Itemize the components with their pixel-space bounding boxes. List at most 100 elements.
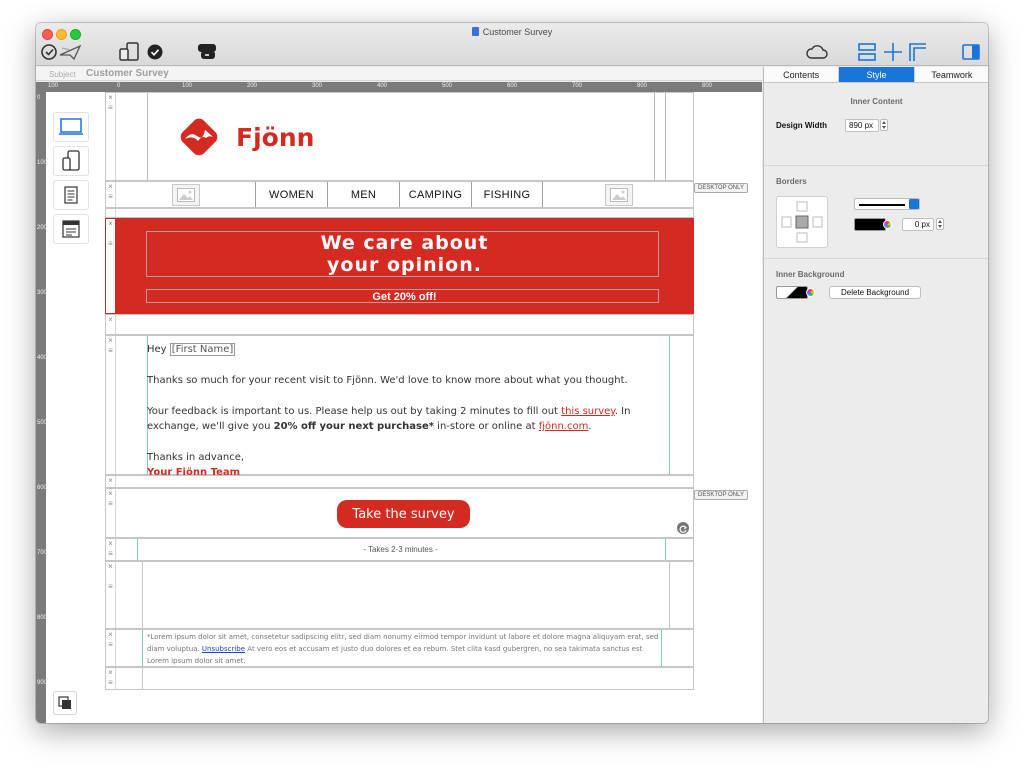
border-side-picker[interactable] — [776, 196, 828, 248]
content-guide — [142, 562, 143, 630]
nav-item-women[interactable]: WOMEN — [255, 182, 327, 207]
delete-background-button[interactable]: Delete Background — [829, 286, 921, 299]
ruler-label: 200 — [247, 83, 258, 89]
layout-toggle-icon[interactable] — [856, 41, 928, 63]
row-handle[interactable]: × ≡ — [106, 93, 116, 180]
ruler-label: 800 — [37, 615, 46, 621]
tab-teamwork[interactable]: Teamwork — [914, 67, 988, 82]
inspector-panel: Contents Style Teamwork Inner Content De… — [763, 67, 988, 723]
row-handle[interactable]: × ≡ — [106, 630, 116, 666]
row-handle[interactable]: × ≡ — [106, 336, 116, 474]
editor-canvas[interactable]: × ≡ Fjönn × ≡ WOMEN MEN CAMPING FISHING DE… — [46, 92, 762, 723]
nav-item-men[interactable]: MEN — [327, 182, 399, 207]
tab-contents[interactable]: Contents — [764, 67, 840, 82]
row-handle[interactable]: × ≡ — [106, 562, 116, 628]
content-guide — [147, 93, 148, 182]
hero-subtitle: Get 20% off! — [372, 291, 437, 303]
row-handle[interactable]: × ≡ — [106, 182, 116, 207]
image-placeholder-icon[interactable] — [605, 184, 633, 206]
cloud-icon[interactable] — [804, 41, 830, 63]
greeting-line: Hey [First Name] — [147, 342, 667, 357]
desktop-preview-button[interactable] — [53, 112, 89, 142]
ruler-label: 600 — [37, 485, 46, 491]
spacer-row[interactable]: × — [105, 475, 694, 488]
comment-icon[interactable] — [196, 41, 218, 63]
body-text[interactable]: Hey [First Name] Thanks so much for your… — [147, 342, 667, 480]
design-width-stepper[interactable] — [880, 119, 888, 131]
subject-bar: Subject Customer Survey — [36, 67, 762, 81]
body-text-row[interactable]: × ≡ Hey [First Name] Thanks so much for y… — [105, 335, 694, 478]
legal-text[interactable]: *Lorem ipsum dolor sit amet, consetetur … — [147, 631, 659, 667]
horizontal-ruler: 100 0 100 200 300 400 500 600 700 800 80… — [36, 82, 762, 92]
survey-link[interactable]: this survey — [561, 406, 615, 417]
nav-label: CAMPING — [408, 188, 463, 201]
row-handle[interactable]: × ≡ — [106, 668, 116, 689]
legal-row[interactable]: × ≡ *Lorem ipsum dolor sit amet, consetet… — [105, 629, 694, 667]
subject-field[interactable]: Customer Survey — [86, 68, 169, 79]
row-handle[interactable] — [106, 209, 116, 217]
logo-row[interactable]: × ≡ Fjönn — [105, 92, 694, 182]
vertical-ruler: 0 100 200 300 400 500 600 700 800 900 — [36, 92, 46, 723]
color-picker-icon[interactable] — [883, 220, 892, 229]
take-survey-button[interactable]: Take the survey — [337, 500, 470, 528]
design-width-label: Design Width — [776, 121, 828, 130]
image-placeholder-icon[interactable] — [172, 184, 200, 206]
row-handle[interactable]: × ≡ — [106, 489, 116, 537]
border-width-field[interactable]: 0 px — [902, 218, 934, 231]
cta-row[interactable]: × ≡ Take the survey — [105, 488, 694, 538]
color-picker-icon[interactable] — [806, 288, 815, 297]
empty-row[interactable]: × ≡ — [105, 561, 694, 630]
inner-content-section: Inner Content Design Width 890 px — [764, 84, 988, 166]
website-link[interactable]: fjönn.com — [539, 421, 589, 432]
duration-row[interactable]: × ≡ - Takes 2-3 minutes - — [105, 538, 694, 561]
ruler-label: 900 — [37, 680, 46, 686]
design-width-field[interactable]: 890 px — [845, 119, 879, 132]
nav-item-camping[interactable]: CAMPING — [399, 182, 471, 207]
ruler-label: 300 — [37, 290, 46, 296]
checkmark-icon[interactable] — [146, 41, 164, 63]
border-style-select[interactable] — [854, 198, 920, 210]
spacer-row[interactable] — [105, 208, 694, 218]
footer-row[interactable]: × ≡ — [105, 667, 694, 690]
nav-item-fishing[interactable]: FISHING — [471, 182, 543, 207]
ruler-label: 0 — [37, 95, 41, 101]
send-test-icon[interactable] — [40, 41, 88, 63]
ruler-label: 500 — [37, 420, 46, 426]
border-color-swatch[interactable] — [854, 218, 886, 231]
window-title: Customer Survey — [482, 27, 553, 37]
mobile-preview-button[interactable] — [53, 146, 89, 176]
borders-section: Borders 0 px — [764, 166, 988, 259]
source-preview-button[interactable] — [53, 214, 89, 244]
ruler-label: 600 — [507, 83, 518, 89]
merge-tag[interactable]: [First Name] — [169, 343, 236, 356]
background-color-swatch[interactable] — [776, 286, 808, 299]
content-guide — [654, 93, 655, 182]
text-preview-button[interactable] — [53, 180, 89, 210]
ruler-label: 800 — [702, 83, 713, 89]
hero-banner[interactable]: We care about your opinion. Get 20% off! — [115, 219, 694, 314]
tab-style[interactable]: Style — [839, 67, 915, 82]
borders-heading: Borders — [776, 177, 807, 186]
desktop-only-badge[interactable]: DESKTOP ONLY — [694, 183, 749, 193]
navigation-row[interactable]: × ≡ WOMEN MEN CAMPING FISHING — [105, 181, 694, 208]
row-handle[interactable]: × — [106, 476, 116, 487]
refresh-icon[interactable] — [677, 522, 689, 534]
spacer-row[interactable]: × — [105, 314, 694, 335]
duration-text: - Takes 2-3 minutes - — [363, 545, 438, 554]
layers-icon[interactable] — [53, 691, 77, 715]
unsubscribe-link[interactable]: Unsubscribe — [202, 645, 245, 653]
nav-label: MEN — [350, 188, 377, 201]
content-guide — [665, 93, 666, 182]
ruler-label: 700 — [37, 550, 46, 556]
app-window: Customer Survey Subject Customer Survey … — [36, 23, 988, 723]
greeting: Hey — [147, 344, 167, 355]
ruler-label: 800 — [637, 83, 648, 89]
para2-text: Your feedback is important to us. Please… — [147, 406, 562, 417]
hero-title-line-2: your opinion. — [327, 254, 482, 276]
row-handle[interactable]: × — [106, 315, 116, 334]
preview-devices-icon[interactable] — [118, 41, 140, 63]
sidebar-toggle-icon[interactable] — [961, 41, 981, 63]
brand-name: Fjönn — [236, 123, 315, 152]
desktop-only-badge[interactable]: DESKTOP ONLY — [694, 490, 749, 500]
border-width-stepper[interactable] — [936, 218, 944, 230]
